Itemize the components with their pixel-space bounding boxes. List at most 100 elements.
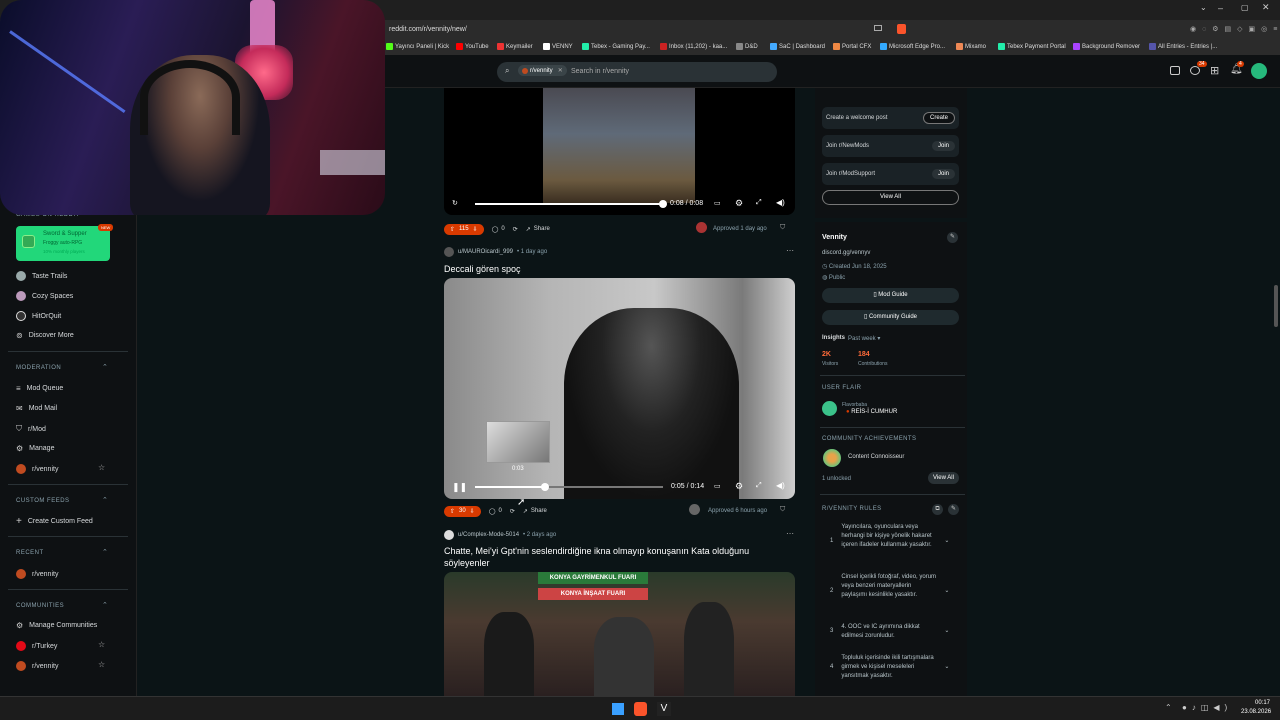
url-text[interactable]: reddit.com/r/vennity/new/	[389, 26, 467, 33]
flair-badge[interactable]: ● REİS-İ CUMHUR	[846, 409, 897, 415]
post2-title[interactable]: Deccali gören spoç	[444, 263, 796, 275]
promo-card-sword-supper[interactable]: Sword & Supper Froggy auto-RPG 10% month…	[16, 224, 114, 261]
post3-title[interactable]: Chatte, Mei'yi Gpt'nin seslendirdiğine i…	[444, 545, 796, 569]
comment-button[interactable]: ◯ 0	[492, 226, 505, 233]
favorite-star-icon[interactable]: ☆	[98, 463, 105, 472]
captions-icon[interactable]: ▭	[714, 199, 721, 207]
rules-edit-pencil-icon[interactable]: ✎	[948, 504, 959, 515]
create-post-icon[interactable]: ⊞	[1210, 64, 1219, 77]
clock-time[interactable]: 00:17	[1255, 700, 1270, 706]
post-overflow-menu-icon[interactable]: ⋯	[786, 246, 794, 255]
comment-button[interactable]: ◯ 0	[489, 508, 502, 515]
recent-collapse-chevron-icon[interactable]: ⌃	[102, 548, 108, 556]
join-newmods-card[interactable]: Join r/NewMods Join	[822, 135, 959, 157]
join-modsupport-card[interactable]: Join r/ModSupport Join	[822, 163, 959, 185]
share-button[interactable]: ↗ Share	[526, 226, 550, 233]
rules-copy-icon[interactable]: ⧉	[932, 504, 943, 515]
upvote-icon[interactable]: ⇧	[450, 226, 455, 233]
app-icon[interactable]: V	[657, 702, 671, 716]
page-scrollbar[interactable]	[1274, 285, 1278, 327]
edit-pencil-icon[interactable]: ✎	[947, 232, 958, 243]
sidebar-item-mod-queue[interactable]: ≡ Mod Queue	[16, 384, 63, 393]
join-modsupport-button[interactable]: Join	[931, 169, 955, 179]
post3-image[interactable]: KONYA GAYRİMENKUL FUARI KONYA İNŞAAT FUA…	[444, 572, 795, 696]
sidebar-item-r-vennity[interactable]: r/vennity	[16, 464, 58, 474]
pause-icon[interactable]: ❚❚	[452, 482, 467, 493]
video-progress-track[interactable]	[475, 483, 663, 491]
join-newmods-button[interactable]: Join	[931, 141, 955, 151]
settings-gear-icon[interactable]: ⚙	[735, 481, 743, 492]
bookmark-edge-pro[interactable]: Microsoft Edge Pro...	[880, 43, 945, 50]
author-avatar[interactable]	[444, 247, 454, 257]
share-button[interactable]: ↗ Share	[523, 508, 547, 515]
sidebar-item-cozy-spaces[interactable]: Cozy Spaces	[16, 291, 73, 301]
tray-icons[interactable]: ●♪◫◀)	[1182, 703, 1232, 712]
search-input[interactable]: ⌕ r/vennity ✕ Search in r/vennity	[497, 62, 777, 82]
bookmark-all-entries[interactable]: All Entries - Entries |...	[1149, 43, 1217, 50]
vote-pill[interactable]: ⇧ 115 ⇩	[444, 223, 484, 235]
volume-icon[interactable]: ◀)	[776, 481, 785, 490]
communities-collapse-chevron-icon[interactable]: ⌃	[102, 601, 108, 609]
bookmark-keymailer[interactable]: Keymailer	[497, 43, 533, 50]
rule-item[interactable]: 3 4. OOC ve IC ayrımına dikkat edilmesi z…	[830, 623, 960, 641]
achievements-view-all-button[interactable]: View All	[928, 472, 959, 484]
bookmark-inbox[interactable]: Inbox (11,202) - kaa...	[660, 43, 727, 50]
author-avatar[interactable]	[444, 530, 454, 540]
windows-start-icon[interactable]	[612, 703, 624, 715]
post-author[interactable]: u/Complex-Mode-5014	[458, 532, 519, 538]
downvote-icon[interactable]: ⇩	[470, 508, 475, 515]
user-avatar[interactable]	[1251, 63, 1267, 79]
moderation-collapse-chevron-icon[interactable]: ⌃	[102, 363, 108, 371]
video-progress-knob[interactable]	[659, 200, 667, 208]
bookmark-portal-cfx[interactable]: Portal CFX	[833, 43, 871, 50]
chat-icon[interactable]	[1170, 66, 1180, 75]
minimize-icon[interactable]: –	[1218, 3, 1223, 13]
upvote-icon[interactable]: ⇧	[450, 508, 455, 515]
vote-pill[interactable]: ⇧ 30 ⇩	[444, 505, 481, 517]
replay-icon[interactable]: ↻	[452, 199, 458, 207]
post-author[interactable]: u/MAUROicardi_999	[458, 249, 513, 255]
video-progress-track[interactable]	[475, 200, 667, 208]
clock-date[interactable]: 23.08.2026	[1241, 709, 1271, 715]
tab-list-chevron-icon[interactable]: ⌄	[1200, 3, 1207, 12]
sidebar-item-discover-more[interactable]: ⊚ Discover More	[16, 331, 74, 340]
bookmark-sac[interactable]: SaC | Dashboard	[770, 43, 825, 50]
captions-icon[interactable]: ▭	[714, 482, 721, 490]
brave-shield-icon[interactable]	[897, 24, 906, 34]
sidebar-item-mod-mail[interactable]: ✉ Mod Mail	[16, 404, 57, 413]
volume-icon[interactable]: ◀)	[776, 198, 785, 207]
post2-video-player[interactable]: 0:03 ❚❚ 0:05 / 0:14 ▭ ⚙ ⤢ ◀)	[444, 278, 795, 499]
settings-gear-icon[interactable]: ⚙	[735, 198, 743, 209]
mod-shield-icon[interactable]: ⛉	[780, 506, 785, 514]
sidebar-item-r-mod[interactable]: ⛉ r/Mod	[16, 424, 46, 434]
custom-feeds-collapse-chevron-icon[interactable]: ⌃	[102, 496, 108, 504]
bookmark-venny[interactable]: VENNY	[543, 43, 573, 50]
sidebar-item-r-turkey[interactable]: r/Turkey	[16, 641, 57, 651]
sidebar-item-recent-vennity[interactable]: r/vennity	[16, 569, 58, 579]
sidebar-item-manage-communities[interactable]: ⚙ Manage Communities	[16, 621, 97, 630]
sidebar-item-create-custom-feed[interactable]: + Create Custom Feed	[16, 516, 93, 527]
bookmark-kick[interactable]: Yayıncı Paneli | Kick	[386, 43, 449, 50]
sidebar-item-taste-trails[interactable]: Taste Trails	[16, 271, 67, 281]
bookmark-youtube[interactable]: YouTube	[456, 43, 489, 50]
rule-item[interactable]: 1 Yayıncılara, oyunculara veya herhangi b…	[830, 523, 960, 550]
bookmark-dnd[interactable]: D&D	[736, 43, 758, 50]
mod-shield-icon[interactable]: ⛉	[780, 224, 785, 232]
bookmark-bg-remover[interactable]: Background Remover	[1073, 43, 1140, 50]
favorite-star-icon[interactable]: ☆	[98, 640, 105, 649]
rule-item[interactable]: 2 Cinsel içerikli fotoğraf, video, yorum …	[830, 573, 960, 600]
tray-chevron-icon[interactable]: ⌃	[1165, 703, 1172, 712]
sidebar-item-manage[interactable]: ⚙ Manage	[16, 444, 54, 453]
maximize-icon[interactable]: ▢	[1241, 3, 1249, 12]
messages-icon[interactable]	[1190, 66, 1200, 75]
community-chip[interactable]: r/vennity ✕	[518, 65, 567, 76]
sidebar-item-communities-vennity[interactable]: r/vennity	[16, 661, 58, 671]
post-overflow-menu-icon[interactable]: ⋯	[786, 529, 794, 538]
post1-video-player[interactable]: ↻ 0:08 / 0:08 ▭ ⚙ ⤢ ◀)	[444, 88, 795, 215]
brave-browser-icon[interactable]	[634, 702, 647, 716]
screen-cast-icon[interactable]	[874, 25, 882, 31]
bookmark-tebex-payment[interactable]: Tebex Payment Portal	[998, 43, 1066, 50]
community-guide-button[interactable]: ▯ Community Guide	[822, 310, 959, 325]
insights-period-dropdown[interactable]: Past week ▾	[848, 335, 880, 342]
sidebar-item-hitorquit[interactable]: HitOrQuit	[16, 311, 61, 321]
